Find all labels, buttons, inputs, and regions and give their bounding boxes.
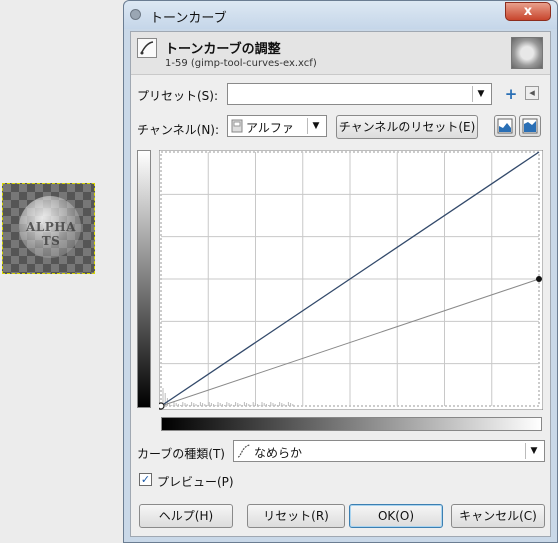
- preview-label: プレビュー(P): [157, 475, 234, 489]
- linear-histogram-icon: [497, 118, 513, 134]
- layer-preview-thumbnail: [511, 37, 543, 69]
- preset-combo[interactable]: ▼: [227, 83, 492, 105]
- curves-dialog: トーンカーブ x トーンカーブの調整 1-59 (gimp-tool-curve…: [123, 0, 558, 543]
- close-button[interactable]: x: [505, 2, 551, 21]
- preview-checkbox[interactable]: ✓: [139, 473, 152, 486]
- smooth-curve-icon: [237, 444, 251, 461]
- chevron-down-icon: ▼: [472, 86, 489, 102]
- cancel-button[interactable]: キャンセル(C): [451, 504, 545, 528]
- chevron-down-icon: ▼: [307, 118, 324, 134]
- add-preset-icon[interactable]: +: [503, 86, 519, 102]
- control-point-end: [536, 276, 542, 282]
- title-bar[interactable]: トーンカーブ x: [124, 1, 557, 29]
- reset-button[interactable]: リセット(R): [247, 504, 345, 528]
- app-icon: [130, 9, 141, 20]
- curve-graph[interactable]: [159, 150, 543, 410]
- input-gradient-bar: [161, 417, 542, 431]
- log-histogram-button[interactable]: [519, 115, 541, 137]
- channel-value: アルファ: [246, 121, 294, 135]
- curve-type-combo[interactable]: なめらか ▼: [233, 440, 545, 462]
- curve-type-label: カーブの種類(T): [137, 447, 225, 461]
- output-gradient-bar: [137, 150, 151, 408]
- dialog-heading: トーンカーブの調整: [165, 42, 281, 57]
- channel-label: チャンネル(N):: [137, 123, 220, 137]
- control-point-start: [159, 402, 165, 410]
- channel-combo[interactable]: アルファ ▼: [227, 115, 327, 137]
- window-title: トーンカーブ: [150, 11, 227, 26]
- dialog-subtitle: 1-59 (gimp-tool-curves-ex.xcf): [165, 58, 317, 69]
- dialog-content: トーンカーブの調整 1-59 (gimp-tool-curves-ex.xcf)…: [130, 31, 551, 537]
- ok-button[interactable]: OK(O): [349, 504, 443, 528]
- thumbnail-text: ALPHA TS: [26, 220, 76, 248]
- reset-channel-button[interactable]: チャンネルのリセット(E): [336, 115, 478, 139]
- log-histogram-icon: [522, 118, 538, 134]
- preset-label: プリセット(S):: [137, 89, 219, 103]
- image-layer-thumbnail[interactable]: ALPHA TS: [2, 183, 95, 274]
- chevron-down-icon: ▼: [525, 443, 542, 459]
- graph-background: [159, 150, 543, 410]
- alpha-channel-icon: [231, 119, 243, 133]
- help-button[interactable]: ヘルプ(H): [139, 504, 233, 528]
- linear-histogram-button[interactable]: [494, 115, 516, 137]
- curves-tool-icon: [137, 38, 157, 58]
- curve-type-value: なめらか: [254, 446, 303, 460]
- dialog-header: トーンカーブの調整 1-59 (gimp-tool-curves-ex.xcf): [131, 32, 550, 75]
- preset-menu-icon[interactable]: ◂: [525, 86, 539, 100]
